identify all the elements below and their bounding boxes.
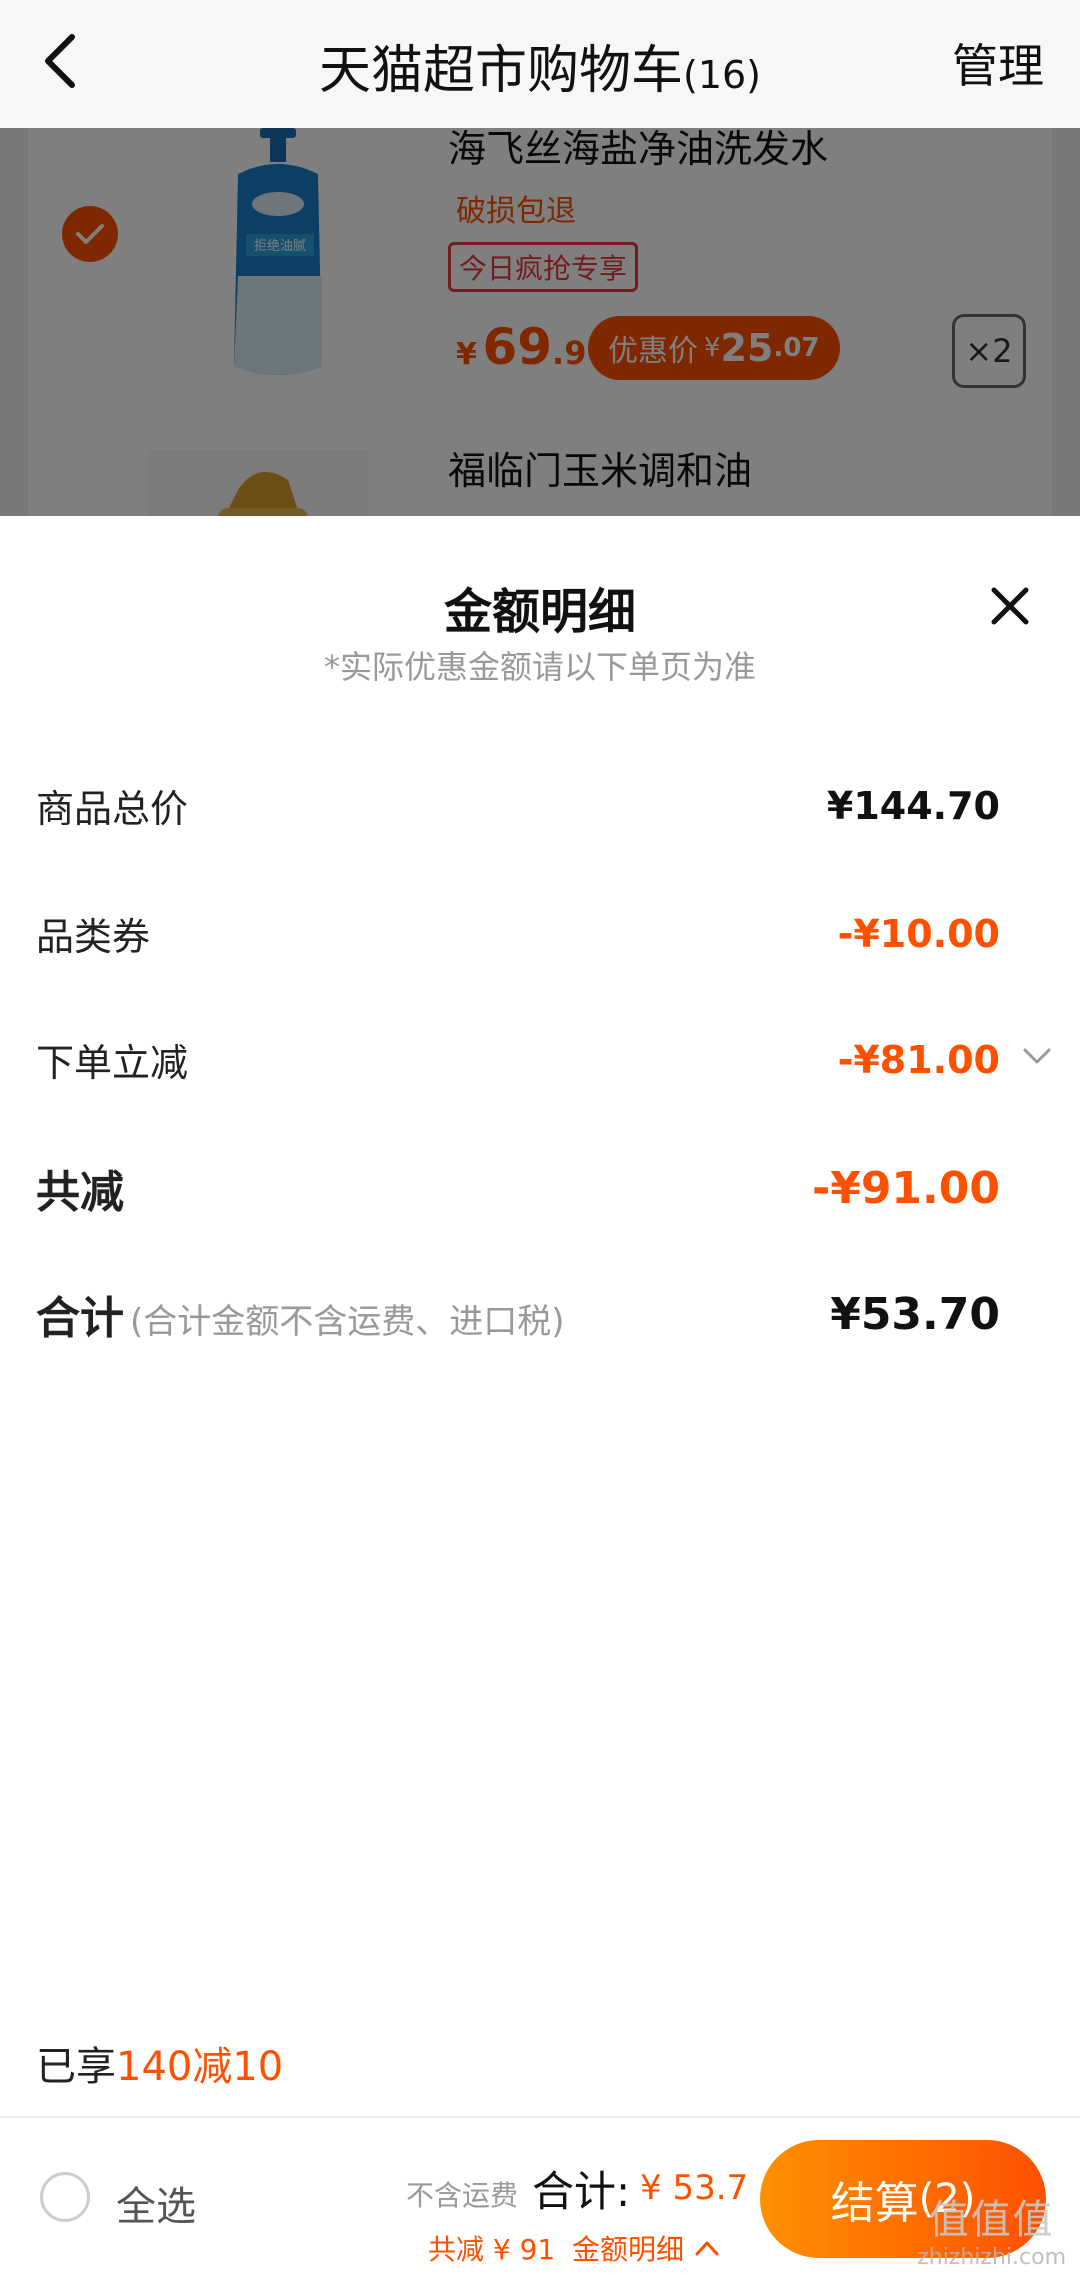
amount-detail-toggle[interactable]: 金额明细	[572, 2228, 720, 2268]
row-label: 商品总价	[36, 787, 189, 831]
row-label: 品类券	[36, 915, 151, 959]
enjoyed-highlight: 140减10	[116, 2044, 284, 2090]
chevron-up-icon	[695, 2241, 719, 2256]
row-label: 下单立减	[36, 1041, 189, 1085]
total-label: 合计:	[532, 2167, 631, 2216]
amount-detail-label: 金额明细	[572, 2233, 685, 2266]
row-value: -¥91.00	[811, 1162, 1000, 1214]
row-value-text: -¥81.00	[837, 1037, 1000, 1082]
row-note: (合计金额不含运费、进口税)	[130, 1302, 565, 1342]
checkout-label: 结算	[830, 2178, 919, 2229]
watermark-sub: zhizhizhi.com	[917, 2245, 1066, 2270]
total-value: ¥ 53.7	[640, 2168, 749, 2208]
row-label-group: 合计 (合计金额不含运费、进口税)	[36, 1282, 565, 1346]
top-nav-bar: 天猫超市购物车(16) 管理	[0, 0, 1080, 128]
modal-backdrop[interactable]	[0, 128, 1080, 516]
row-label: 合计	[36, 1293, 124, 1344]
cart-count: (16)	[683, 53, 762, 97]
close-icon	[991, 587, 1029, 625]
row-value: ¥144.70	[826, 783, 1000, 828]
sheet-subtitle: *实际优惠金额请以下单页为准	[323, 648, 756, 686]
watermark-main: 值值值	[928, 2197, 1055, 2243]
watermark-logo: 值值值 zhizhizhi.com	[917, 2187, 1066, 2270]
row-label: 共减	[36, 1167, 124, 1218]
manage-button[interactable]: 管理	[952, 30, 1044, 96]
row-order-discount[interactable]: 下单立减 -¥81.00	[36, 1032, 1051, 1087]
row-total-reduction: 共减 -¥91.00	[36, 1156, 1000, 1220]
row-value: -¥81.00	[837, 1037, 1051, 1082]
sheet-title: 金额明细	[443, 584, 636, 640]
page-title-text: 天猫超市购物车	[318, 41, 683, 101]
row-sum: 合计 (合计金额不含运费、进口税) ¥53.70	[36, 1282, 1000, 1346]
select-all-checkbox[interactable]	[40, 2172, 90, 2222]
chevron-down-icon[interactable]	[1022, 1046, 1052, 1066]
amount-detail-sheet: 金额明细 *实际优惠金额请以下单页为准 商品总价 ¥144.70 品类券 -¥1…	[0, 516, 1080, 2116]
enjoyed-promo-text: 已享140减10	[36, 2034, 283, 2092]
row-value: -¥10.00	[837, 911, 1000, 956]
select-all-label[interactable]: 全选	[116, 2174, 196, 2232]
shipping-note: 不含运费	[406, 2179, 519, 2212]
close-button[interactable]	[980, 576, 1040, 636]
row-goods-total: 商品总价 ¥144.70	[36, 778, 1000, 833]
page-title: 天猫超市购物车(16)	[0, 28, 1080, 103]
enjoyed-prefix: 已享	[36, 2044, 116, 2090]
row-category-coupon: 品类券 -¥10.00	[36, 906, 1000, 961]
discount-summary: 共减 ¥ 91	[428, 2233, 556, 2266]
row-value: ¥53.70	[830, 1288, 1000, 1340]
